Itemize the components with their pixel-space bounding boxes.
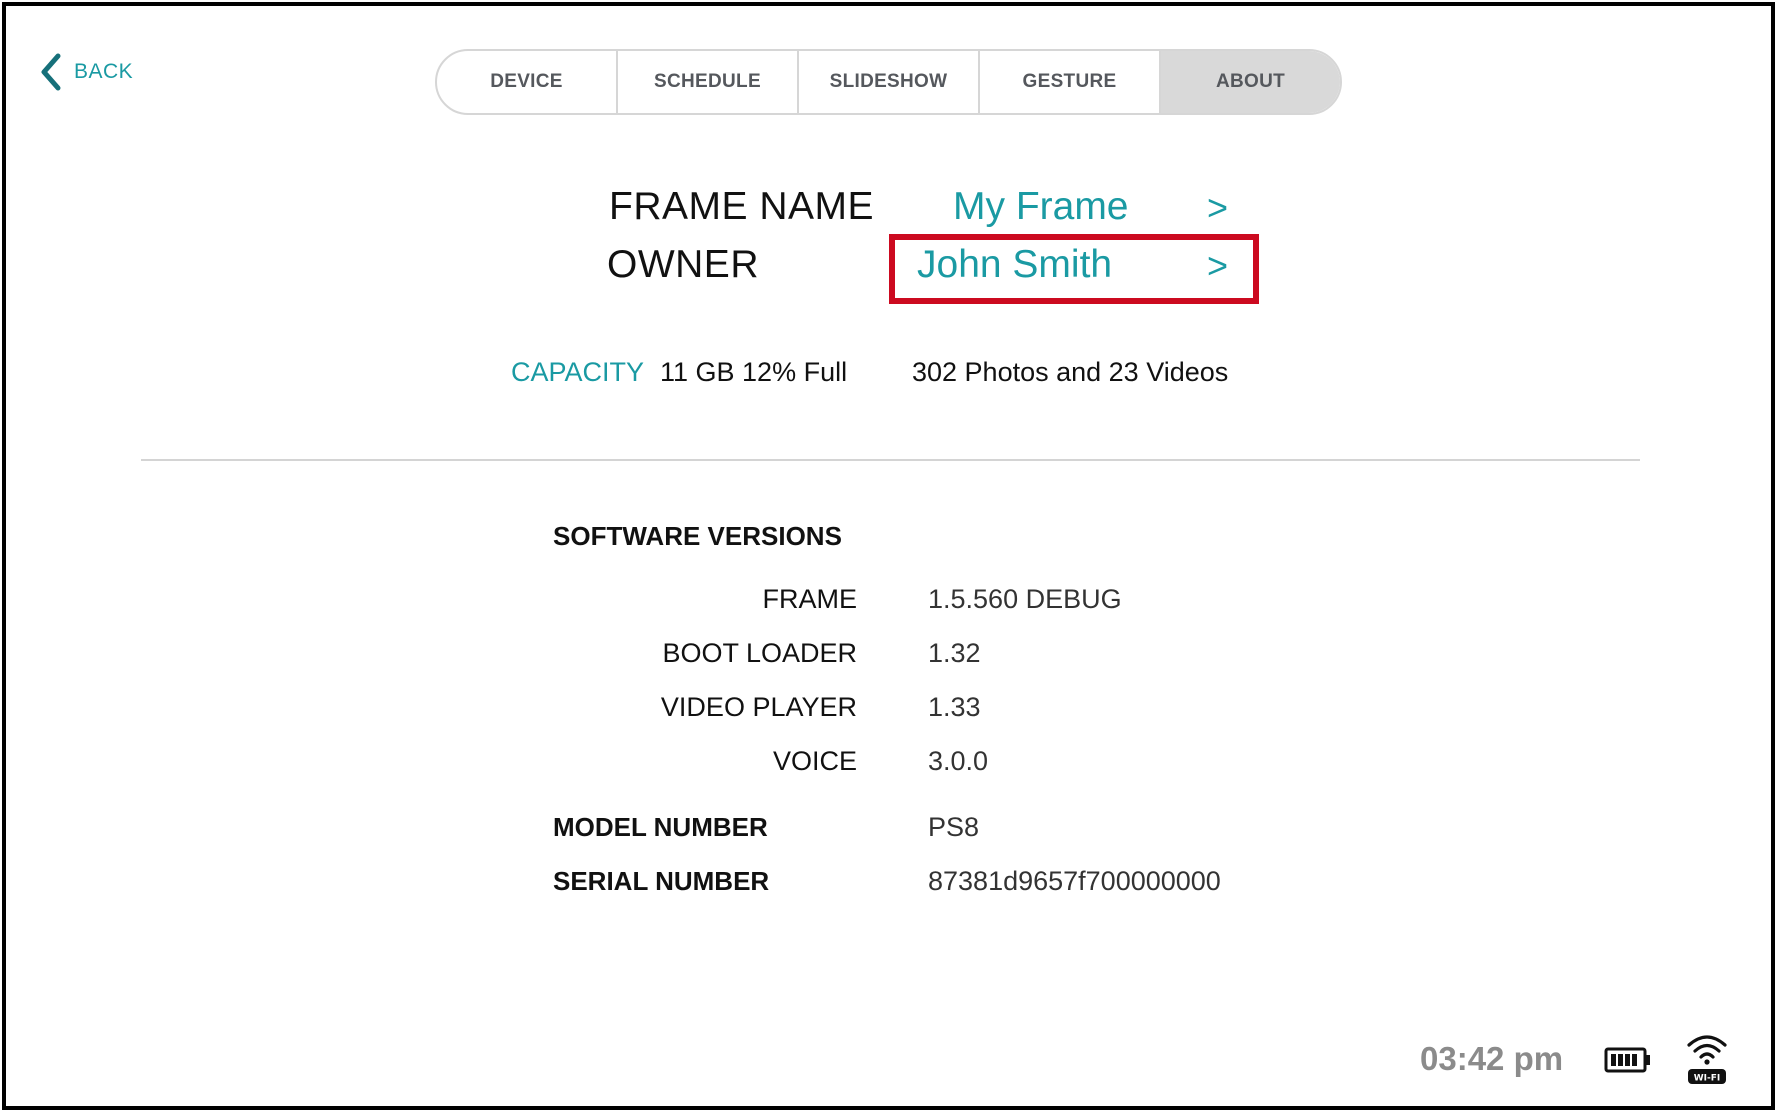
tab-slideshow[interactable]: SLIDESHOW (799, 51, 980, 113)
tab-device[interactable]: DEVICE (437, 51, 618, 113)
capacity-label: CAPACITY (511, 357, 645, 387)
serial-number-label: SERIAL NUMBER (553, 866, 770, 896)
model-number-value: PS8 (928, 812, 980, 842)
owner-value[interactable]: John Smith (917, 243, 1112, 287)
section-divider (141, 459, 1640, 461)
clock: 03:42 pm (1420, 1040, 1564, 1077)
about-screen: BACK DEVICE SCHEDULE SLIDESHOW GESTURE A… (0, 0, 1781, 1116)
model-number-label: MODEL NUMBER (553, 812, 768, 842)
back-button[interactable]: BACK (38, 52, 133, 92)
device-frame (2, 2, 1775, 1110)
video-player-version-value: 1.33 (928, 692, 981, 722)
wifi-label: WI-FI (1694, 1074, 1721, 1084)
back-label: BACK (74, 60, 134, 83)
tab-about[interactable]: ABOUT (1161, 51, 1340, 113)
video-player-version-label: VIDEO PLAYER (660, 692, 857, 722)
owner-label: OWNER (607, 243, 759, 286)
software-versions-heading: SOFTWARE VERSIONS (553, 521, 842, 551)
media-count: 302 Photos and 23 Videos (912, 357, 1229, 387)
tab-gesture[interactable]: GESTURE (980, 51, 1161, 113)
voice-version-label: VOICE (772, 746, 857, 776)
battery-full-icon (1604, 1047, 1650, 1073)
frame-name-label: FRAME NAME (609, 185, 875, 228)
frame-name-chevron-icon[interactable]: > (1207, 187, 1228, 229)
settings-tab-bar: DEVICE SCHEDULE SLIDESHOW GESTURE ABOUT (435, 49, 1342, 115)
frame-version-label: FRAME (762, 584, 858, 614)
capacity-value: 11 GB 12% Full (660, 357, 848, 387)
boot-loader-version-label: BOOT LOADER (662, 638, 857, 668)
serial-number-value: 87381d9657f700000000 (928, 866, 1221, 896)
boot-loader-version-value: 1.32 (928, 638, 981, 668)
tab-schedule[interactable]: SCHEDULE (618, 51, 799, 113)
wifi-icon: WI-FI (1687, 1035, 1727, 1084)
owner-chevron-icon[interactable]: > (1207, 245, 1228, 287)
chevron-left-icon (41, 53, 61, 91)
voice-version-value: 3.0.0 (928, 746, 989, 776)
frame-name-value[interactable]: My Frame (953, 185, 1129, 229)
frame-version-value: 1.5.560 DEBUG (928, 584, 1122, 614)
